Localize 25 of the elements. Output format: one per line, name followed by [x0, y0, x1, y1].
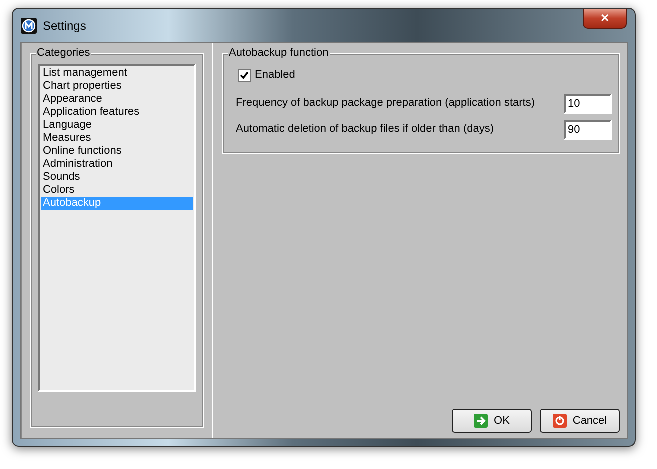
group-title: Categories [36, 47, 92, 60]
category-item[interactable]: Appearance [41, 93, 193, 106]
category-item[interactable]: Chart properties [41, 80, 193, 93]
category-item[interactable]: Measures [41, 132, 193, 145]
group-title: Autobackup function [228, 47, 330, 60]
cancel-button[interactable]: Cancel [540, 409, 620, 433]
field-label: Frequency of backup package preparation (application starts) [236, 96, 536, 112]
category-item[interactable]: Application features [41, 106, 193, 119]
checkbox-label: Enabled [255, 68, 296, 83]
category-item[interactable]: Administration [41, 158, 193, 171]
input-field[interactable]: 90 [564, 120, 612, 140]
power-icon [552, 414, 567, 428]
category-item[interactable]: Online functions [41, 145, 193, 158]
category-item[interactable]: Colors [41, 184, 193, 197]
app-icon [21, 18, 37, 34]
category-item[interactable]: List management [41, 67, 193, 80]
input-field[interactable]: 10 [564, 94, 612, 114]
ok-button[interactable]: OK [452, 409, 532, 433]
enabled-checkbox[interactable] [238, 68, 251, 82]
category-item[interactable]: Language [41, 119, 193, 132]
close-button[interactable]: ✕ [583, 9, 627, 29]
arrow-icon [474, 414, 488, 428]
field-label: Automatic deletion of backup files if older than (days) [236, 122, 494, 138]
category-item[interactable]: Sounds [41, 171, 193, 184]
window-title: Settings [43, 18, 86, 34]
